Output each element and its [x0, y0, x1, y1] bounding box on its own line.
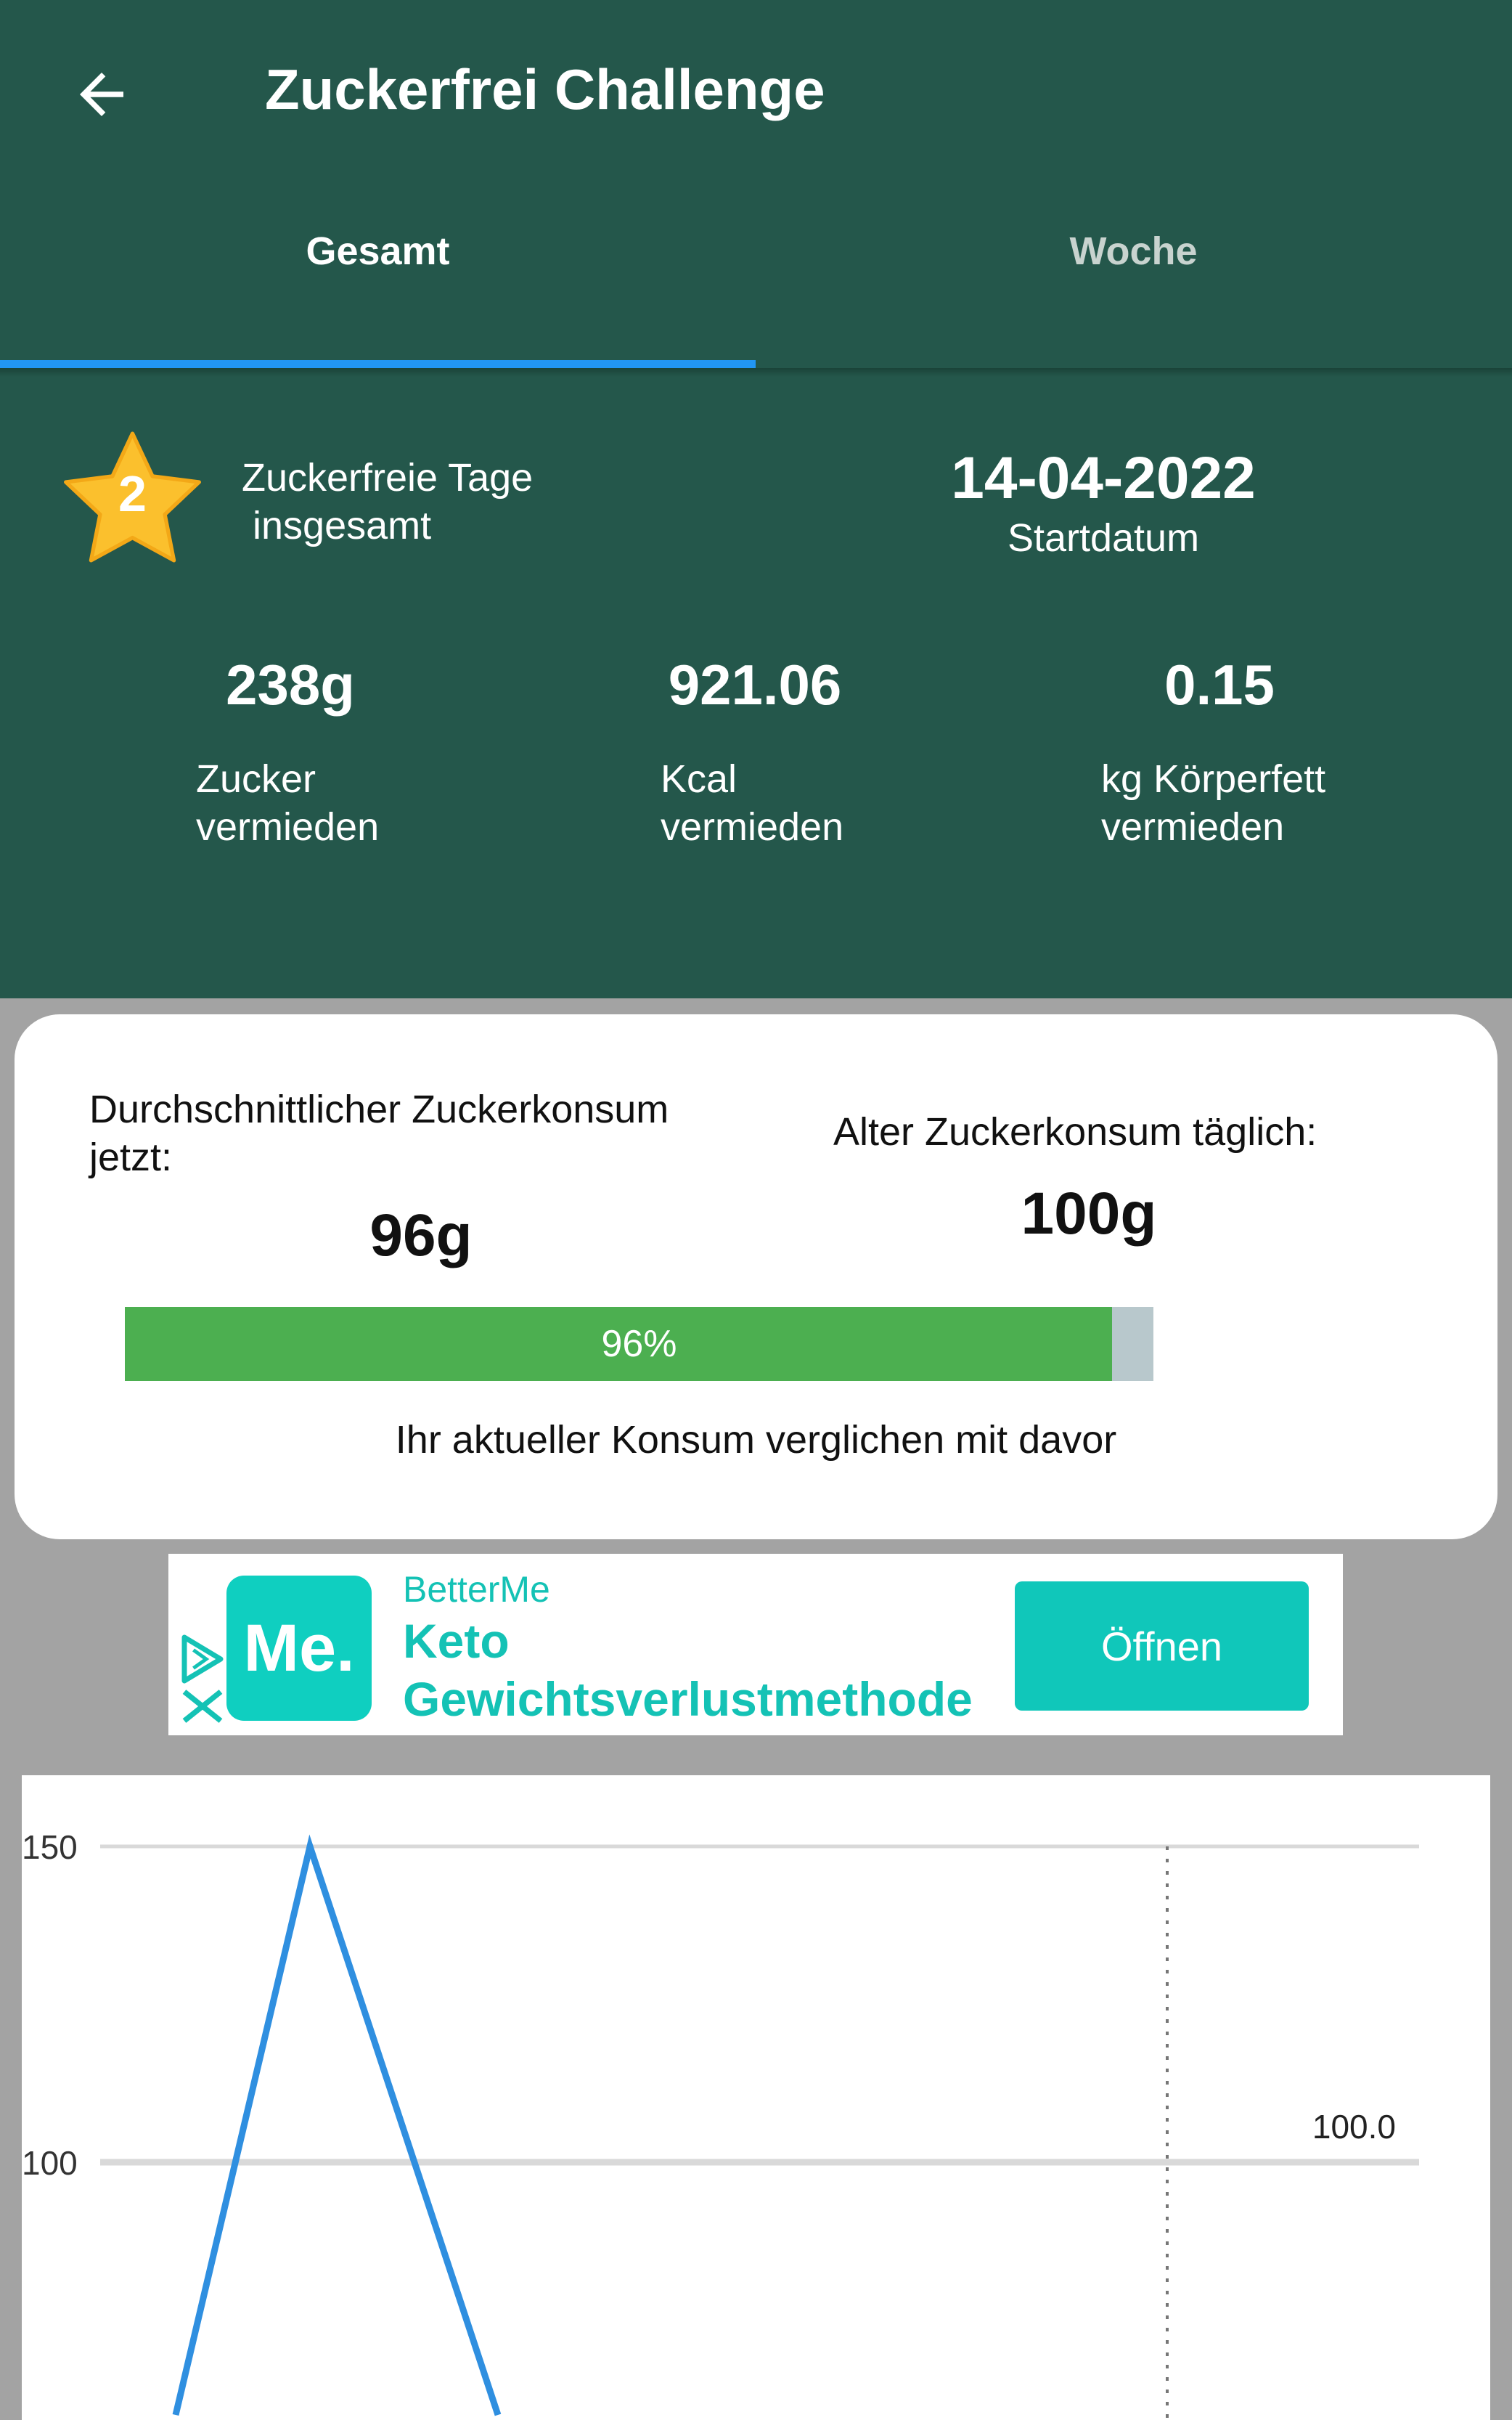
- consumption-progress-bar: 96%: [125, 1307, 1153, 1381]
- sugar-avoided-label: Zucker vermieden: [196, 757, 380, 849]
- ad-headline-line-1: Keto: [403, 1614, 510, 1668]
- tab-gesamt[interactable]: Gesamt: [0, 229, 756, 274]
- consumption-chart: 150 100 100.0: [22, 1775, 1490, 2420]
- back-button[interactable]: [58, 51, 145, 138]
- tab-indicator: [0, 360, 756, 368]
- tab-bar-shadow: [0, 368, 1512, 377]
- old-consumption-label: Alter Zuckerkonsum täglich:: [833, 1110, 1317, 1154]
- kcal-avoided-label: Kcal vermieden: [661, 757, 844, 849]
- sugar-free-days-count: 2: [118, 465, 147, 522]
- ad-headline: Keto Gewichtsverlustmethode: [403, 1612, 973, 1728]
- sugar-avoided-value: 238g: [226, 653, 355, 717]
- reference-line-label: 100.0: [1312, 2108, 1396, 2146]
- page-title: Zuckerfrei Challenge: [265, 57, 825, 121]
- header-panel: Zuckerfrei Challenge Gesamt Woche 2 Zuck…: [0, 0, 1512, 998]
- y-tick-label-150: 150: [22, 1828, 78, 1866]
- tab-woche[interactable]: Woche: [756, 229, 1511, 274]
- ad-headline-line-2: Gewichtsverlustmethode: [403, 1672, 973, 1726]
- ad-brand: BetterMe: [403, 1569, 550, 1610]
- adchoices-icon[interactable]: [177, 1630, 228, 1724]
- current-consumption-value: 96g: [369, 1202, 473, 1268]
- kcal-avoided-value: 921.06: [668, 653, 842, 717]
- bodyfat-avoided-label: kg Körperfett vermieden: [1101, 757, 1326, 849]
- series-line: [172, 1834, 502, 2416]
- bodyfat-avoided-value: 0.15: [1164, 653, 1275, 717]
- ad-logo[interactable]: Me.: [226, 1576, 372, 1721]
- ad-banner[interactable]: Me. BetterMe Keto Gewichtsverlustmethode…: [168, 1554, 1343, 1735]
- sugar-free-days-label: Zuckerfreie Tage insgesamt: [242, 456, 534, 547]
- start-date: 14-04-2022: [951, 445, 1256, 511]
- start-date-label: Startdatum: [1007, 516, 1200, 560]
- app-bar: Zuckerfrei Challenge: [0, 0, 1512, 182]
- progress-percent-label: 96%: [601, 1323, 677, 1365]
- arrow-left-icon: [80, 73, 123, 116]
- ad-open-button[interactable]: Öffnen: [1015, 1581, 1309, 1711]
- y-tick-label-100: 100: [22, 2144, 78, 2182]
- old-consumption-value: 100g: [1021, 1181, 1157, 1247]
- current-consumption-label: Durchschnittlicher Zuckerkonsum jetzt:: [89, 1088, 669, 1179]
- comparison-caption: Ihr aktueller Konsum verglichen mit davo…: [395, 1418, 1117, 1462]
